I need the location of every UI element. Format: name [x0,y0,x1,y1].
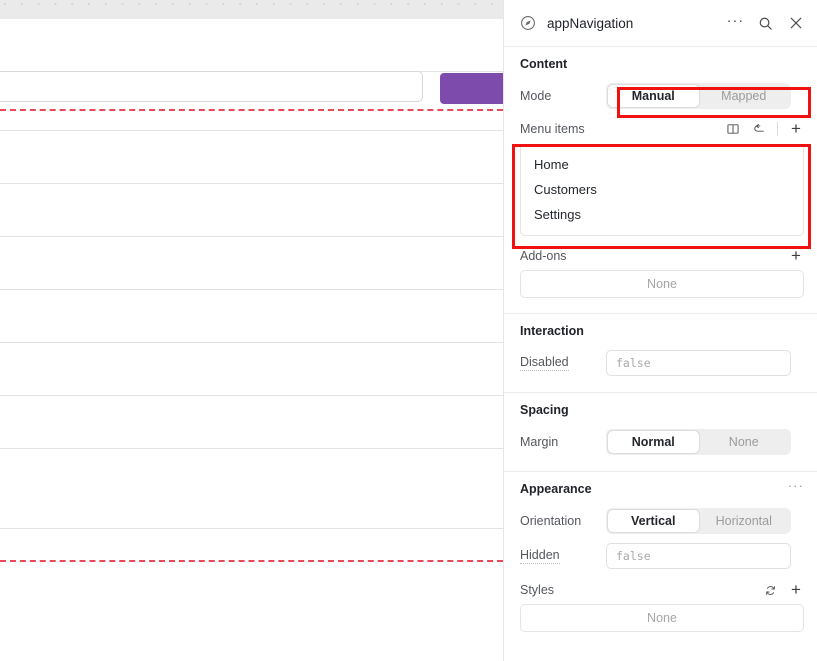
section-title: Spacing [520,403,569,417]
styles-value[interactable]: None [520,604,804,632]
menu-items-header: Menu items + [520,116,804,142]
orientation-field: Vertical Horizontal [606,508,804,534]
actions-separator [777,122,778,136]
refresh-icon[interactable] [762,582,778,598]
more-horizontal-icon[interactable]: ··· [727,13,744,32]
canvas-divider [0,183,503,184]
panel-title: appNavigation [547,15,634,31]
panel-header-actions: ··· [727,13,804,32]
editor-canvas[interactable] [0,0,503,661]
plus-icon[interactable]: + [788,581,804,598]
add-ons-value[interactable]: None [520,270,804,298]
styles-header: Styles + [520,577,804,603]
plus-icon[interactable]: + [788,247,804,264]
canvas-primary-button[interactable] [440,73,503,104]
section-spacing-header: Spacing [520,393,804,427]
inspector-panel: appNavigation ··· Content Mode Manual Ma… [503,0,817,661]
add-ons-label: Add-ons [520,249,567,263]
orientation-option-vertical[interactable]: Vertical [608,510,699,532]
section-interaction: Interaction Disabled false [504,314,817,378]
row-orientation: Orientation Vertical Horizontal [520,506,804,536]
section-appearance: Appearance ··· Orientation Vertical Hori… [504,472,817,632]
canvas-divider [0,395,503,396]
orientation-label: Orientation [520,514,582,528]
section-content-header: Content [520,47,804,81]
panel-header: appNavigation ··· [504,0,817,47]
reset-icon[interactable] [751,121,767,137]
canvas-divider [0,342,503,343]
styles-actions: + [762,581,804,598]
hidden-label-slot: Hidden [520,548,606,564]
margin-option-none[interactable]: None [699,431,790,453]
section-title: Appearance [520,482,592,496]
plus-icon[interactable]: + [788,120,804,137]
app-root: appNavigation ··· Content Mode Manual Ma… [0,0,817,661]
margin-option-normal[interactable]: Normal [608,431,699,453]
close-icon[interactable] [787,15,804,32]
mode-label: Mode [520,89,552,103]
row-mode: Mode Manual Mapped [520,81,804,111]
section-title: Content [520,57,568,71]
section-title: Interaction [520,324,584,338]
mode-option-mapped[interactable]: Mapped [699,85,790,107]
panel-body: Content Mode Manual Mapped Menu items + … [504,47,817,660]
disabled-field: false [606,350,804,376]
canvas-grid-band [0,0,503,19]
hidden-label: Hidden [520,548,560,564]
orientation-segmented-control[interactable]: Vertical Horizontal [606,508,791,534]
canvas-divider [0,236,503,237]
canvas-divider [0,289,503,290]
compass-icon [519,15,536,32]
menu-items-list: Home Customers Settings [520,144,804,236]
row-disabled: Disabled false [520,348,804,378]
margin-label: Margin [520,435,559,449]
menu-items-actions: + [725,120,804,137]
section-content: Content Mode Manual Mapped Menu items + … [504,47,817,298]
hidden-input[interactable]: false [606,543,791,569]
book-icon[interactable] [725,121,741,137]
canvas-guide-line [0,560,503,562]
row-hidden: Hidden false [520,541,804,571]
list-item[interactable]: Home [521,152,803,177]
disabled-label-slot: Disabled [520,355,606,371]
mode-field: Manual Mapped [606,83,804,109]
disabled-label: Disabled [520,355,569,371]
section-spacing: Spacing Margin Normal None [504,393,817,457]
add-ons-header: Add-ons + [520,243,804,269]
search-icon[interactable] [757,15,774,32]
canvas-divider [0,448,503,449]
list-item[interactable]: Settings [521,202,803,227]
canvas-divider [0,130,503,131]
disabled-input[interactable]: false [606,350,791,376]
section-appearance-header: Appearance ··· [520,472,804,506]
canvas-text-input[interactable] [0,71,423,102]
canvas-guide-line [0,109,503,111]
orientation-option-horizontal[interactable]: Horizontal [699,510,790,532]
styles-label: Styles [520,583,555,597]
row-margin: Margin Normal None [520,427,804,457]
mode-segmented-control[interactable]: Manual Mapped [606,83,791,109]
hidden-field: false [606,543,804,569]
more-horizontal-icon[interactable]: ··· [788,479,804,495]
mode-option-manual[interactable]: Manual [608,85,699,107]
margin-field: Normal None [606,429,804,455]
section-interaction-header: Interaction [520,314,804,348]
add-ons-actions: + [788,247,804,264]
list-item[interactable]: Customers [521,177,803,202]
canvas-divider [0,528,503,529]
menu-items-label: Menu items [520,122,585,136]
margin-segmented-control[interactable]: Normal None [606,429,791,455]
